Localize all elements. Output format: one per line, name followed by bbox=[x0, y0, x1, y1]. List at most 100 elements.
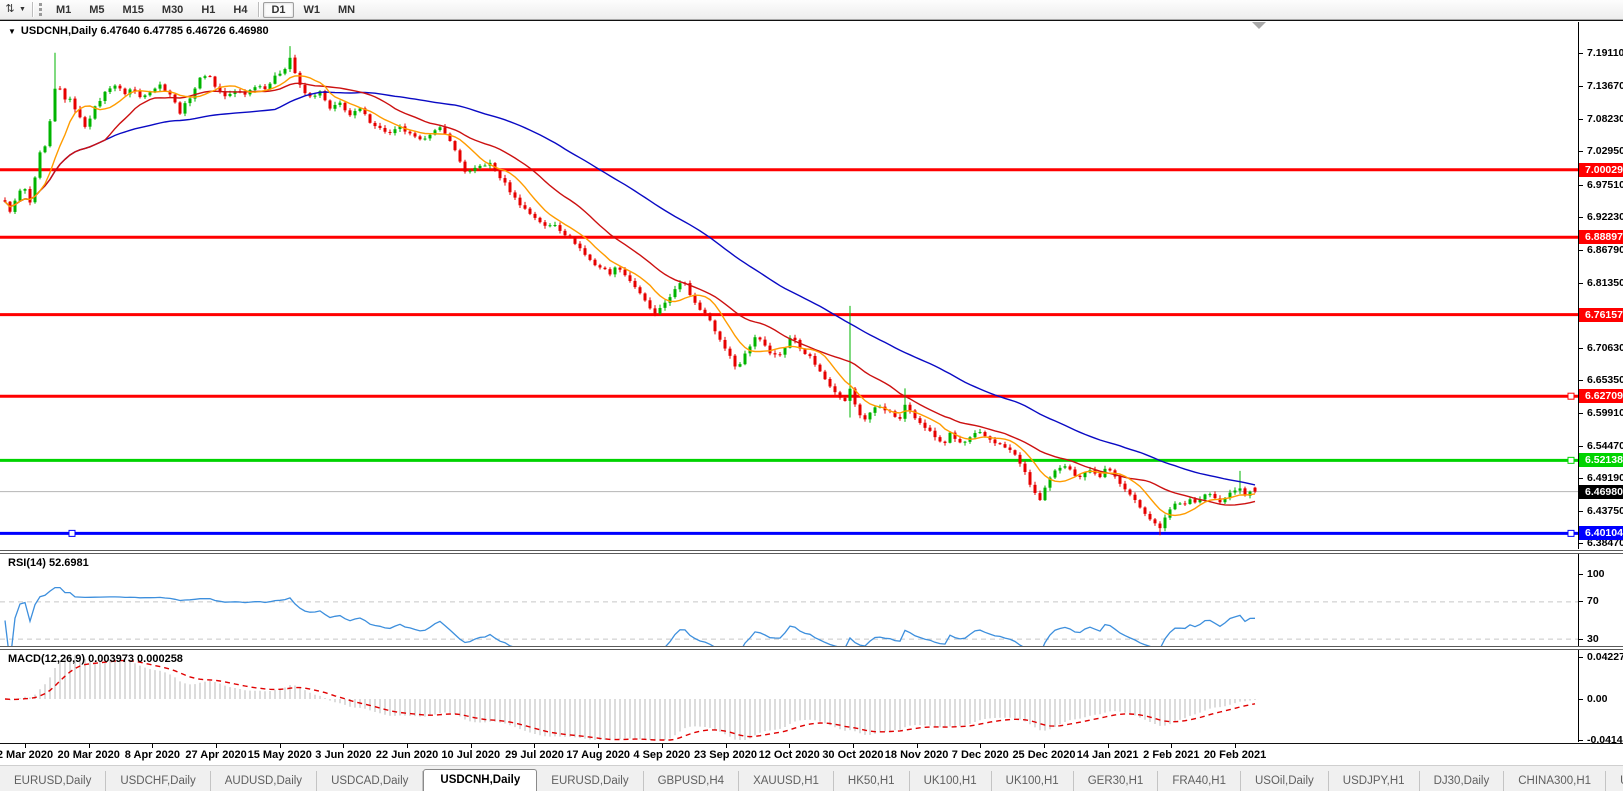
macd-tick-label: 0.042275 bbox=[1587, 651, 1623, 663]
chart-tab-usdcnh-daily[interactable]: USDCNH,Daily bbox=[423, 769, 537, 791]
terminal-window: ⇅ ▼ M1M5M15M30H1H4D1W1MN ▼USDCNH,Daily 6… bbox=[0, 0, 1623, 791]
chart-tab-dj30-daily[interactable]: DJ30,Daily bbox=[1420, 771, 1505, 791]
date-tick bbox=[534, 744, 535, 748]
timeframe-button-m15[interactable]: M15 bbox=[115, 2, 152, 18]
date-label: 20 Mar 2020 bbox=[57, 749, 119, 761]
date-label: 17 Aug 2020 bbox=[566, 749, 630, 761]
toolbar-grip-handle[interactable] bbox=[39, 3, 42, 16]
line-price-label: 6.88897 bbox=[1579, 230, 1623, 244]
date-tick bbox=[25, 744, 26, 748]
timeframe-button-m1[interactable]: M1 bbox=[48, 2, 79, 18]
price-tick-label: 6.65350 bbox=[1587, 374, 1623, 386]
price-tick bbox=[1579, 185, 1583, 186]
date-label: 14 Jan 2021 bbox=[1077, 749, 1139, 761]
price-tick bbox=[1579, 413, 1583, 414]
price-chart-area[interactable]: ▼USDCNH,Daily 6.47640 6.47785 6.46726 6.… bbox=[0, 22, 1578, 549]
rsi-tick bbox=[1579, 639, 1583, 640]
date-label: 23 Sep 2020 bbox=[694, 749, 757, 761]
date-label: 10 Jul 2020 bbox=[441, 749, 500, 761]
price-tick bbox=[1579, 511, 1583, 512]
price-tick bbox=[1579, 217, 1583, 218]
timeframe-button-h1[interactable]: H1 bbox=[193, 2, 223, 18]
chart-tab-usdjpy-h1[interactable]: USDJPY,H1 bbox=[1329, 771, 1420, 791]
panel-separator[interactable] bbox=[0, 550, 1623, 551]
macd-tick bbox=[1579, 657, 1583, 658]
timeframe-button-m5[interactable]: M5 bbox=[81, 2, 112, 18]
chart-tab-uk100-h1[interactable]: UK100,H1 bbox=[910, 771, 992, 791]
timeframe-button-h4[interactable]: H4 bbox=[225, 2, 255, 18]
chart-tab-eurusd-daily[interactable]: EURUSD,Daily bbox=[0, 771, 106, 791]
rsi-canvas[interactable] bbox=[0, 554, 1578, 646]
chart-tab-audusd-daily[interactable]: AUDUSD,Daily bbox=[211, 771, 317, 791]
macd-tick bbox=[1579, 699, 1583, 700]
date-label: 7 Dec 2020 bbox=[952, 749, 1009, 761]
price-tick bbox=[1579, 543, 1583, 544]
rsi-panel[interactable]: RSI(14) 52.6981 bbox=[0, 554, 1578, 646]
chart-tab-uk100-h1[interactable]: UK100,H1 bbox=[992, 771, 1074, 791]
date-tick bbox=[343, 744, 344, 748]
toolbar-separator bbox=[32, 2, 34, 17]
date-tick bbox=[1171, 744, 1172, 748]
rsi-tick bbox=[1579, 574, 1583, 575]
chart-tab-china300-h1[interactable]: CHINA300,H1 bbox=[1504, 771, 1606, 791]
date-tick bbox=[1235, 744, 1236, 748]
chart-tab-xauusd-h1[interactable]: XAUUSD,H1 bbox=[739, 771, 834, 791]
date-tick bbox=[152, 744, 153, 748]
price-tick bbox=[1579, 348, 1583, 349]
current-price-label: 6.46980 bbox=[1579, 485, 1623, 499]
date-label: 22 Jun 2020 bbox=[376, 749, 438, 761]
line-price-label: 6.40104 bbox=[1579, 526, 1623, 540]
quote-close: 6.46980 bbox=[229, 25, 269, 37]
rsi-axis[interactable]: 10070300 bbox=[1578, 554, 1623, 646]
date-tick bbox=[980, 744, 981, 748]
chart-tab-gbpusd-h4[interactable]: GBPUSD,H4 bbox=[644, 771, 739, 791]
price-tick-label: 6.70630 bbox=[1587, 342, 1623, 354]
price-tick-label: 7.19110 bbox=[1587, 47, 1623, 59]
date-label: 29 Jul 2020 bbox=[505, 749, 564, 761]
rsi-label: RSI(14) 52.6981 bbox=[8, 557, 89, 569]
chart-tab-usoil-daily[interactable]: USOil,Daily bbox=[1241, 771, 1329, 791]
date-tick bbox=[407, 744, 408, 748]
chart-tools-icon[interactable]: ⇅ bbox=[2, 2, 18, 17]
timeframe-button-mn[interactable]: MN bbox=[330, 2, 363, 18]
chart-tab-eurusd-daily[interactable]: EURUSD,Daily bbox=[537, 771, 643, 791]
chart-tab-usdcad-daily[interactable]: USDCAD,Daily bbox=[317, 771, 423, 791]
timeframe-button-m30[interactable]: M30 bbox=[154, 2, 191, 18]
chart-tab-usoil-[interactable]: USOil, bbox=[1606, 771, 1623, 791]
chart-shift-marker[interactable] bbox=[1252, 22, 1266, 29]
chart-tab-usdchf-daily[interactable]: USDCHF,Daily bbox=[106, 771, 210, 791]
price-tick bbox=[1579, 446, 1583, 447]
date-tick bbox=[89, 744, 90, 748]
price-tick-label: 6.86790 bbox=[1587, 244, 1623, 256]
date-label: 4 Sep 2020 bbox=[633, 749, 690, 761]
date-label: 27 Apr 2020 bbox=[185, 749, 246, 761]
timeframe-button-d1[interactable]: D1 bbox=[263, 2, 293, 18]
line-price-label: 7.00029 bbox=[1579, 163, 1623, 177]
price-tick bbox=[1579, 478, 1583, 479]
price-tick-label: 6.92230 bbox=[1587, 211, 1623, 223]
price-tick bbox=[1579, 380, 1583, 381]
date-label: 18 Nov 2020 bbox=[885, 749, 949, 761]
panel-separator[interactable] bbox=[0, 646, 1623, 647]
chart-tab-hk50-h1[interactable]: HK50,H1 bbox=[834, 771, 910, 791]
date-label: 2 Mar 2020 bbox=[0, 749, 53, 761]
date-tick bbox=[280, 744, 281, 748]
date-tick bbox=[789, 744, 790, 748]
macd-canvas[interactable] bbox=[0, 650, 1578, 742]
macd-axis[interactable]: 0.0422750.00-0.04148 bbox=[1578, 650, 1623, 742]
date-label: 15 May 2020 bbox=[248, 749, 312, 761]
macd-tick bbox=[1579, 740, 1583, 741]
date-label: 20 Feb 2021 bbox=[1204, 749, 1266, 761]
chart-title: ▼USDCNH,Daily 6.47640 6.47785 6.46726 6.… bbox=[8, 25, 269, 37]
one-click-trading-arrow[interactable]: ▼ bbox=[8, 27, 16, 36]
date-tick bbox=[917, 744, 918, 748]
chart-tab-ger30-h1[interactable]: GER30,H1 bbox=[1074, 771, 1159, 791]
candlestick-canvas[interactable] bbox=[0, 22, 1578, 549]
price-axis[interactable]: 7.191107.136707.082307.029506.975106.922… bbox=[1578, 22, 1623, 549]
chevron-down-icon[interactable]: ▼ bbox=[19, 6, 26, 13]
timeframe-button-w1[interactable]: W1 bbox=[296, 2, 329, 18]
chart-tab-fra40-h1[interactable]: FRA40,H1 bbox=[1158, 771, 1241, 791]
date-axis[interactable]: 2 Mar 2020 20 Mar 2020 8 Apr 2020 27 Apr 20… bbox=[0, 743, 1623, 766]
date-label: 8 Apr 2020 bbox=[125, 749, 180, 761]
macd-panel[interactable]: MACD(12,26,9) 0.003973 0.000258 bbox=[0, 650, 1578, 742]
